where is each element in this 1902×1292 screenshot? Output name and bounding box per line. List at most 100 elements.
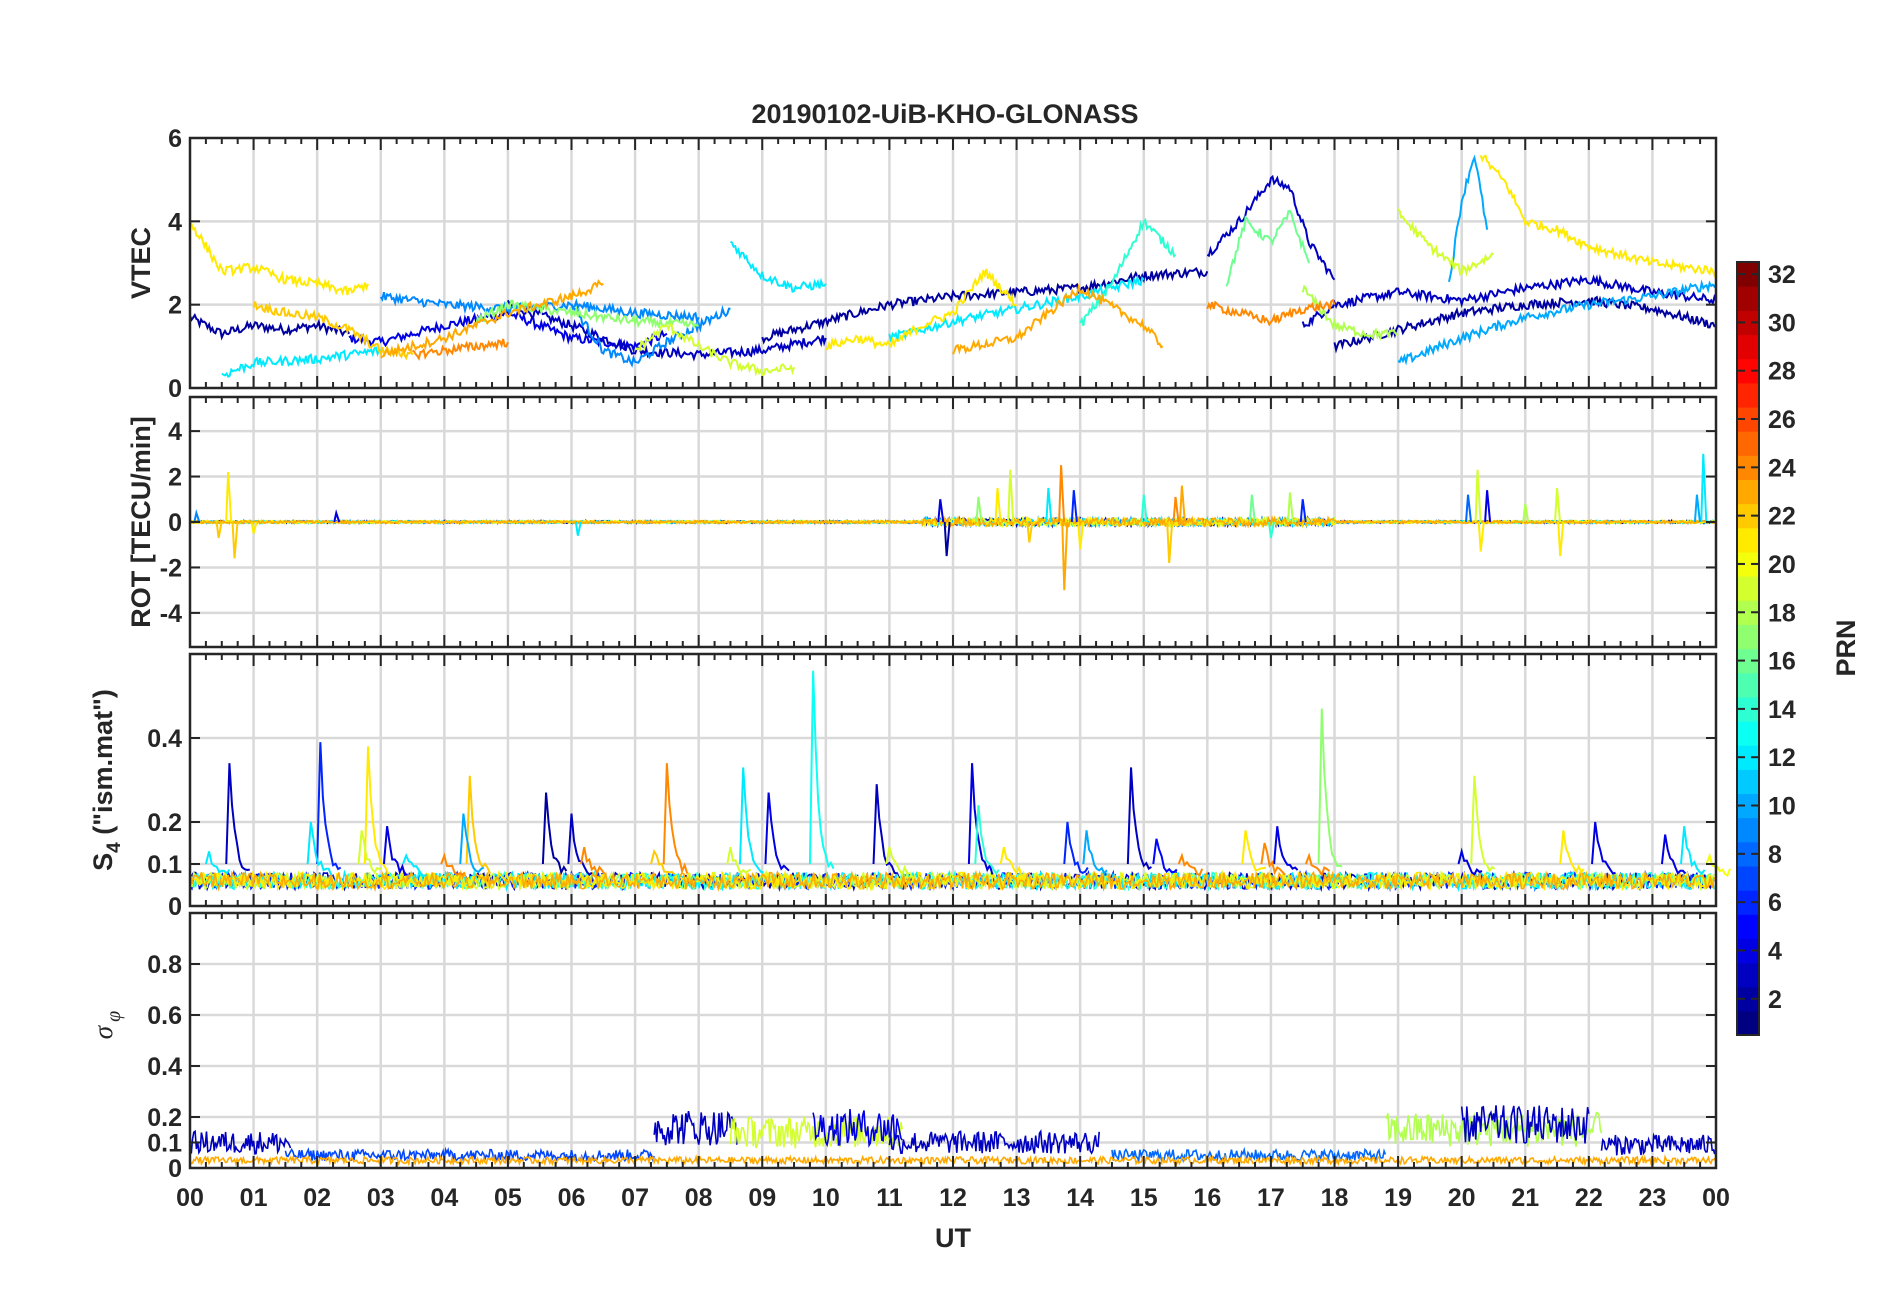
vtec-ylabel: VTEC [126, 227, 156, 299]
vtec-series-line [729, 240, 827, 293]
rot-spike [1045, 487, 1053, 523]
colorbar: 2468101214161820222426283032 PRN [1736, 261, 1861, 1036]
rot-spike [1166, 521, 1174, 563]
s4-peak [1680, 826, 1706, 875]
rot-spike [1178, 485, 1186, 523]
y-tick-label: 0.6 [147, 1002, 182, 1030]
x-tick-label: 08 [685, 1184, 713, 1212]
colorbar-tick-label: 2 [1768, 986, 1782, 1014]
y-tick-label: 2 [168, 292, 182, 320]
colorbar-tick-label: 6 [1768, 889, 1782, 917]
s4-ylabel-sub: 4 [104, 842, 125, 853]
s4-ylabel: S4 ("ism.mat") [88, 689, 125, 871]
colorbar-swatch [1737, 624, 1759, 650]
x-tick-label: 00 [1702, 1184, 1730, 1212]
rot-spike [1700, 453, 1708, 523]
colorbar-tick-label: 28 [1768, 358, 1796, 386]
colorbar-swatch [1737, 431, 1759, 456]
vtec-series-line [380, 279, 604, 359]
x-tick-label: 15 [1130, 1184, 1158, 1212]
y-tick-label: 0.2 [147, 809, 182, 837]
y-tick-label: -4 [160, 600, 182, 628]
rot-spike [225, 471, 233, 523]
x-tick-label: 17 [1257, 1184, 1285, 1212]
rot-spike [1286, 492, 1294, 523]
rot-spike [1070, 490, 1078, 523]
colorbar-swatch [1737, 334, 1759, 360]
s4-peak [225, 763, 250, 872]
s4-peak [382, 826, 408, 876]
x-tick-label: 07 [621, 1184, 649, 1212]
rot-spike [994, 487, 1002, 523]
sigma-phi-ylabel: σφ [88, 1011, 125, 1039]
colorbar-swatch [1737, 286, 1759, 311]
colorbar-tick-label: 32 [1768, 261, 1796, 289]
x-tick-label: 19 [1384, 1184, 1412, 1212]
x-axis-ticks: 00 01 02 03 04 05 06 07 08 09 10 11 12 13 14 15 16 17 18 19… [176, 1184, 1730, 1212]
panel-vtec: 0 2 4 6 VTEC [126, 125, 1718, 403]
rot-spike [1554, 487, 1562, 523]
x-tick-label: 05 [494, 1184, 522, 1212]
panel-s4: 0 0.1 0.2 0.4 S4 ("ism.mat") [88, 652, 1731, 921]
s4-peak [306, 821, 333, 876]
vtec-series-line [825, 268, 1017, 351]
x-tick-label: 01 [240, 1184, 268, 1212]
x-tick-label: 23 [1639, 1184, 1667, 1212]
colorbar-swatch [1737, 720, 1759, 746]
x-tick-label: 22 [1575, 1184, 1603, 1212]
y-tick-label: 2 [168, 464, 182, 492]
s4-peak [764, 792, 790, 872]
colorbar-tick-label: 16 [1768, 648, 1796, 676]
s4-peak [1591, 821, 1616, 875]
y-tick-label: 4 [168, 208, 182, 236]
x-tick-label: 04 [430, 1184, 458, 1212]
colorbar-swatch [1737, 865, 1759, 891]
y-tick-label: -2 [160, 554, 182, 582]
y-tick-label: 0.2 [147, 1104, 182, 1132]
x-tick-label: 06 [558, 1184, 586, 1212]
sigma-phi-series-line [888, 1129, 1100, 1155]
rot-spike [1058, 465, 1066, 523]
x-tick-label: 18 [1321, 1184, 1349, 1212]
s4-peak [808, 670, 835, 870]
s4-ylabel-tail: ("ism.mat") [88, 689, 118, 842]
sigma-phi-ylabel-sub: φ [103, 1011, 125, 1022]
colorbar-tick-label: 20 [1768, 551, 1796, 579]
colorbar-swatch [1737, 962, 1759, 988]
panel-rot: -4 -2 0 2 4 ROT [TECU/min] [126, 395, 1718, 649]
s4-peak [999, 846, 1025, 877]
y-tick-label: 0 [168, 509, 182, 537]
colorbar-tick-label: 26 [1768, 406, 1796, 434]
rot-spike [1061, 521, 1069, 591]
s4-peak [1126, 767, 1152, 871]
s4-grid [190, 654, 1716, 906]
x-tick-label: 21 [1511, 1184, 1539, 1212]
vtec-series-line [189, 220, 369, 296]
colorbar-tick-label: 14 [1768, 696, 1796, 724]
rot-spike [943, 521, 951, 557]
s4-peak [1705, 852, 1731, 878]
x-tick-label: 20 [1448, 1184, 1476, 1212]
colorbar-tick-label: 22 [1768, 503, 1796, 531]
colorbar-tick-label: 18 [1768, 599, 1796, 627]
rot-spike [574, 521, 582, 536]
y-tick-label: 0.1 [147, 851, 182, 879]
x-tick-label: 11 [876, 1184, 903, 1212]
rot-ylabel: ROT [TECU/min] [126, 416, 156, 627]
s4-peak [1082, 830, 1108, 876]
colorbar-tick-label: 12 [1768, 744, 1796, 772]
x-tick-label: 14 [1066, 1184, 1094, 1212]
rot-spike [1693, 494, 1701, 523]
y-tick-label: 0.8 [147, 951, 182, 979]
s4-peak [1304, 852, 1331, 878]
colorbar-swatch [1737, 576, 1759, 601]
vtec-series-line [1301, 274, 1717, 329]
chart-title: 20190102-UiB-KHO-GLONASS [751, 99, 1138, 129]
colorbar-tick-label: 8 [1768, 841, 1782, 869]
vtec-grid [190, 138, 1716, 388]
s4-peak [1177, 852, 1204, 877]
s4-ylabel-main: S [88, 853, 118, 871]
x-tick-label: 16 [1193, 1184, 1221, 1212]
colorbar-swatch [1737, 672, 1759, 698]
s4-peak [1152, 838, 1178, 874]
